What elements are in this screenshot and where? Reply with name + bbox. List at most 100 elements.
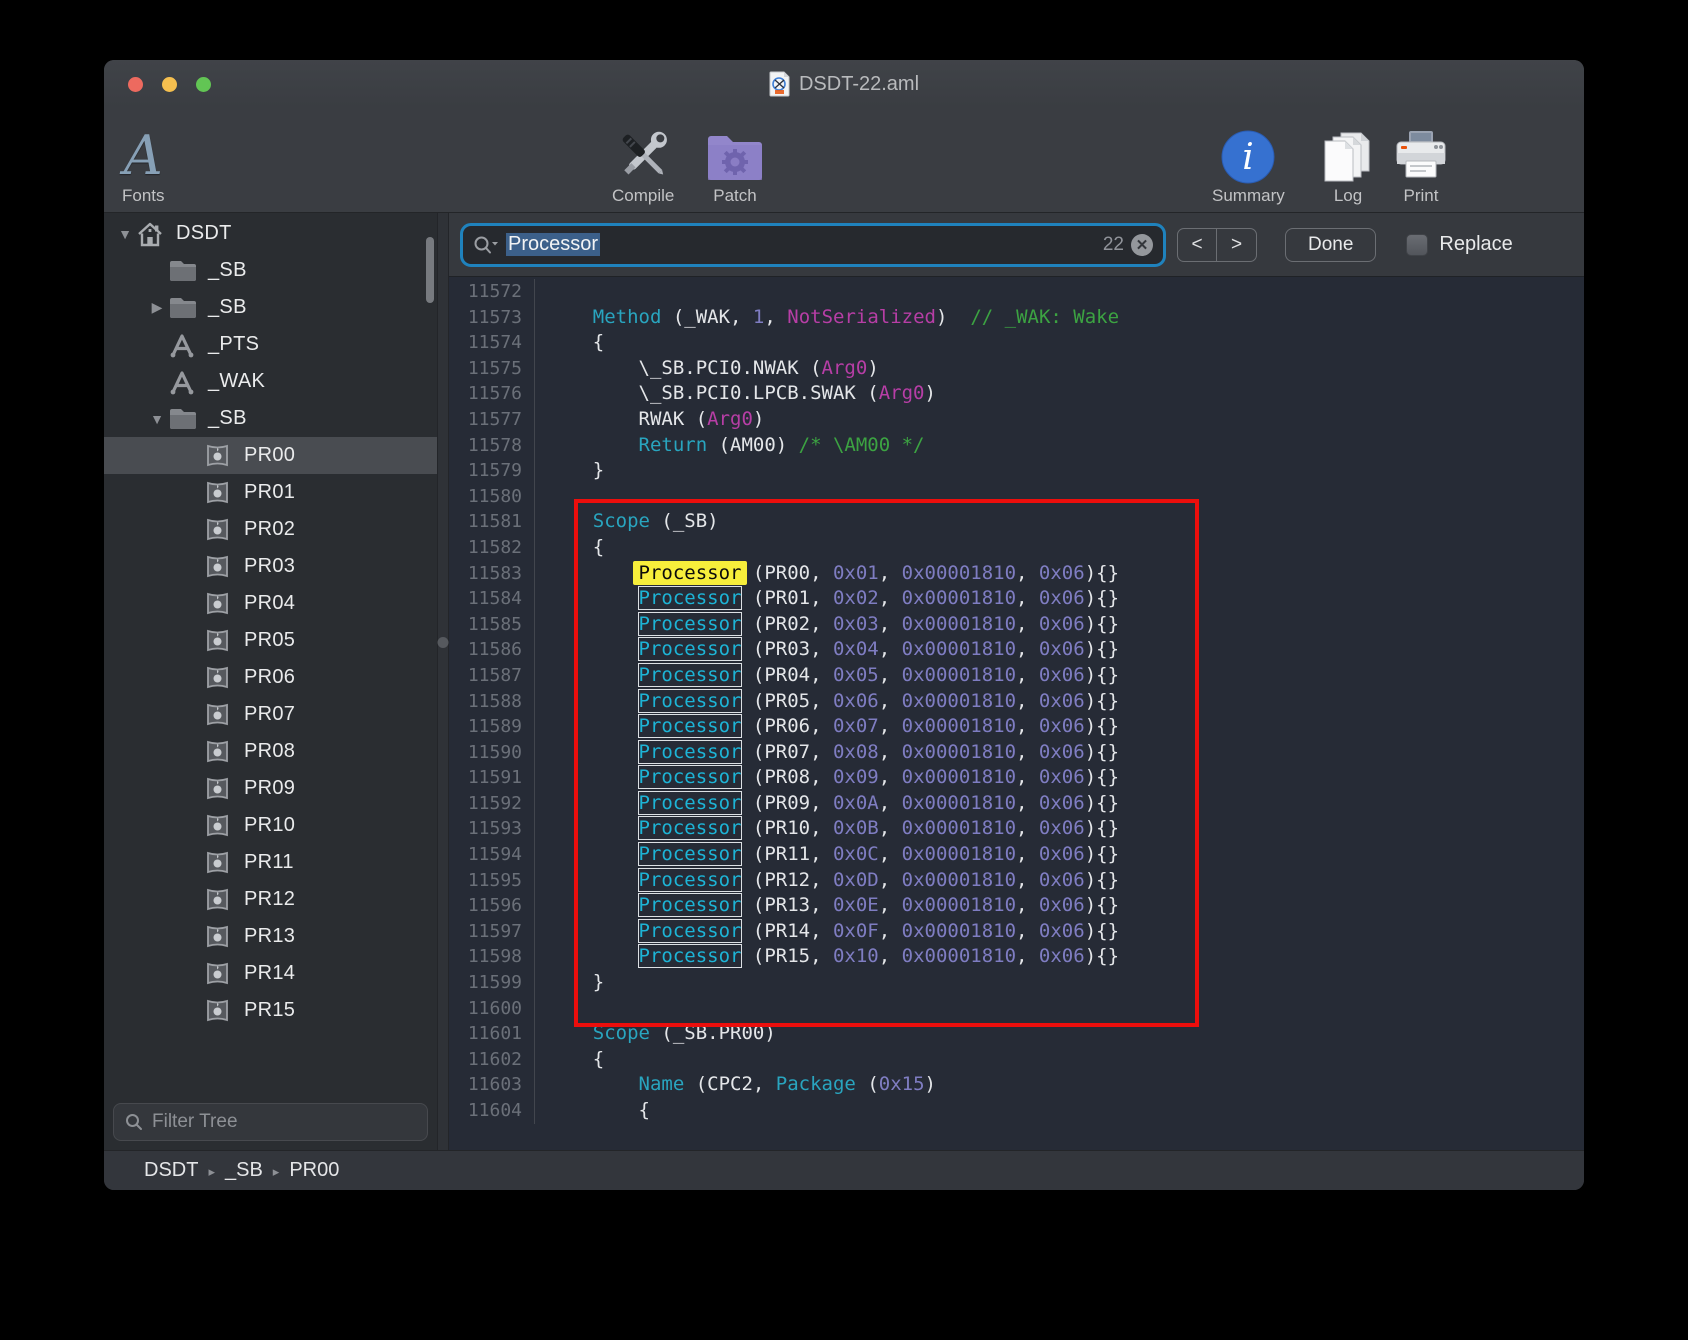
sidebar-item-label: PR04 bbox=[238, 592, 295, 615]
sidebar-item-pr14[interactable]: PR14 bbox=[104, 955, 437, 992]
disclosure-triangle[interactable]: ▶ bbox=[146, 299, 168, 316]
compile-toolbar-button[interactable]: Compile bbox=[612, 123, 674, 206]
breadcrumb-item[interactable]: _SB bbox=[225, 1159, 263, 1182]
filter-tree-field[interactable] bbox=[113, 1103, 428, 1141]
search-input[interactable]: Processor 22 ✕ bbox=[463, 226, 1163, 264]
disclosure-triangle[interactable]: ▼ bbox=[114, 226, 136, 242]
line-number: 11586 bbox=[449, 637, 535, 663]
line-number: 11579 bbox=[449, 458, 535, 484]
code-text: Processor (PR11, 0x0C, 0x00001810, 0x06)… bbox=[535, 842, 1119, 868]
breadcrumb-item[interactable]: DSDT bbox=[144, 1159, 198, 1182]
replace-checkbox[interactable] bbox=[1406, 234, 1428, 256]
sidebar-item-pr01[interactable]: PR01 bbox=[104, 474, 437, 511]
line-number: 11590 bbox=[449, 740, 535, 766]
line-number: 11603 bbox=[449, 1072, 535, 1098]
window-title: DSDT-22.aml bbox=[799, 73, 919, 96]
sidebar-item-_wak[interactable]: _WAK bbox=[104, 363, 437, 400]
sidebar-item-pr05[interactable]: PR05 bbox=[104, 622, 437, 659]
zoom-button[interactable] bbox=[196, 77, 211, 92]
line-number: 11604 bbox=[449, 1098, 535, 1124]
sidebar-item-label: PR10 bbox=[238, 814, 295, 837]
patch-label: Patch bbox=[713, 186, 756, 206]
sidebar-item-pr03[interactable]: PR03 bbox=[104, 548, 437, 585]
sidebar-item-pr13[interactable]: PR13 bbox=[104, 918, 437, 955]
line-number: 11589 bbox=[449, 714, 535, 740]
line-number: 11574 bbox=[449, 330, 535, 356]
line-number: 11592 bbox=[449, 791, 535, 817]
breadcrumb-item[interactable]: PR00 bbox=[289, 1159, 339, 1182]
close-button[interactable] bbox=[128, 77, 143, 92]
find-next-button[interactable]: > bbox=[1217, 229, 1256, 261]
sidebar-item-label: PR02 bbox=[238, 518, 295, 541]
search-match: Processor bbox=[639, 945, 742, 967]
sidebar-item-dsdt[interactable]: ▼DSDT bbox=[104, 215, 437, 252]
sidebar-item-pr09[interactable]: PR09 bbox=[104, 770, 437, 807]
patch-toolbar-button[interactable]: Patch bbox=[704, 123, 766, 206]
processor-icon bbox=[204, 516, 238, 543]
code-text: Processor (PR14, 0x0F, 0x00001810, 0x06)… bbox=[535, 919, 1119, 945]
sidebar-item-label: PR01 bbox=[238, 481, 295, 504]
sidebar-item-label: _SB bbox=[202, 296, 247, 319]
sidebar-item-pr08[interactable]: PR08 bbox=[104, 733, 437, 770]
sidebar-item-_sb[interactable]: _SB bbox=[104, 252, 437, 289]
split-divider-handle[interactable] bbox=[438, 637, 449, 648]
breadcrumb-separator-icon: ▸ bbox=[208, 1162, 215, 1180]
search-match: Processor bbox=[639, 766, 742, 788]
svg-text:i: i bbox=[1243, 137, 1255, 178]
patch-icon bbox=[704, 123, 766, 185]
sidebar-item-pr10[interactable]: PR10 bbox=[104, 807, 437, 844]
toolbar: A Fonts bbox=[104, 108, 1584, 213]
sidebar-item-_sb[interactable]: ▶ _SB bbox=[104, 289, 437, 326]
line-number: 11575 bbox=[449, 356, 535, 382]
line-number: 11578 bbox=[449, 433, 535, 459]
sidebar-item-pr15[interactable]: PR15 bbox=[104, 992, 437, 1029]
search-match: Processor bbox=[639, 715, 742, 737]
code-editor[interactable]: 1157211573 Method (_WAK, 1, NotSerialize… bbox=[449, 277, 1584, 1150]
search-match: Processor bbox=[639, 664, 742, 686]
sidebar-item-pr02[interactable]: PR02 bbox=[104, 511, 437, 548]
code-text: RWAK (Arg0) bbox=[535, 407, 764, 433]
sidebar-item-label: _WAK bbox=[202, 370, 265, 393]
code-text: \_SB.PCI0.NWAK (Arg0) bbox=[535, 356, 879, 382]
maciasl-window: DSDT-22.aml A Fonts bbox=[104, 60, 1584, 1190]
namespace-tree[interactable]: ▼DSDT_SB▶_SB_PTS_WAK▼_SBPR00PR01PR02PR03… bbox=[104, 213, 437, 1097]
split-divider[interactable] bbox=[437, 213, 449, 1150]
fonts-toolbar-button[interactable]: A Fonts bbox=[122, 123, 165, 206]
done-button[interactable]: Done bbox=[1285, 228, 1376, 262]
sidebar-item-label: _SB bbox=[202, 407, 247, 430]
sidebar-item-label: PR14 bbox=[238, 962, 295, 985]
find-prev-next-control: < > bbox=[1177, 228, 1257, 262]
traffic-lights bbox=[128, 60, 211, 108]
line-number: 11577 bbox=[449, 407, 535, 433]
sidebar-item-_sb[interactable]: ▼ _SB bbox=[104, 400, 437, 437]
sidebar-item-pr06[interactable]: PR06 bbox=[104, 659, 437, 696]
titlebar[interactable]: DSDT-22.aml bbox=[104, 60, 1584, 108]
processor-icon bbox=[204, 738, 238, 765]
filter-tree-input[interactable] bbox=[152, 1111, 416, 1133]
sidebar-item-pr00[interactable]: PR00 bbox=[104, 437, 437, 474]
clear-search-icon[interactable]: ✕ bbox=[1131, 234, 1153, 256]
search-magnifier-icon[interactable] bbox=[473, 235, 499, 255]
sidebar-item-pr07[interactable]: PR07 bbox=[104, 696, 437, 733]
sidebar-item-pr04[interactable]: PR04 bbox=[104, 585, 437, 622]
disclosure-triangle[interactable]: ▼ bbox=[146, 411, 168, 427]
log-toolbar-button[interactable]: Log bbox=[1319, 123, 1377, 206]
sidebar: ▼DSDT_SB▶_SB_PTS_WAK▼_SBPR00PR01PR02PR03… bbox=[104, 213, 437, 1150]
summary-label: Summary bbox=[1212, 186, 1285, 206]
sidebar-item-pr11[interactable]: PR11 bbox=[104, 844, 437, 881]
summary-toolbar-button[interactable]: i Summary bbox=[1212, 123, 1285, 206]
print-toolbar-button[interactable]: Print bbox=[1392, 123, 1450, 206]
minimize-button[interactable] bbox=[162, 77, 177, 92]
sidebar-scrollbar-thumb[interactable] bbox=[426, 237, 434, 303]
main-content: ▼DSDT_SB▶_SB_PTS_WAK▼_SBPR00PR01PR02PR03… bbox=[104, 213, 1584, 1150]
line-number: 11595 bbox=[449, 868, 535, 894]
code-line: 11591 Processor (PR08, 0x09, 0x00001810,… bbox=[449, 765, 1584, 791]
code-text: { bbox=[535, 1047, 604, 1073]
code-line: 11585 Processor (PR02, 0x03, 0x00001810,… bbox=[449, 612, 1584, 638]
code-line: 11597 Processor (PR14, 0x0F, 0x00001810,… bbox=[449, 919, 1584, 945]
line-number: 11587 bbox=[449, 663, 535, 689]
sidebar-item-_pts[interactable]: _PTS bbox=[104, 326, 437, 363]
code-text: Name (CPC2, Package (0x15) bbox=[535, 1072, 936, 1098]
find-previous-button[interactable]: < bbox=[1178, 229, 1217, 261]
sidebar-item-pr12[interactable]: PR12 bbox=[104, 881, 437, 918]
